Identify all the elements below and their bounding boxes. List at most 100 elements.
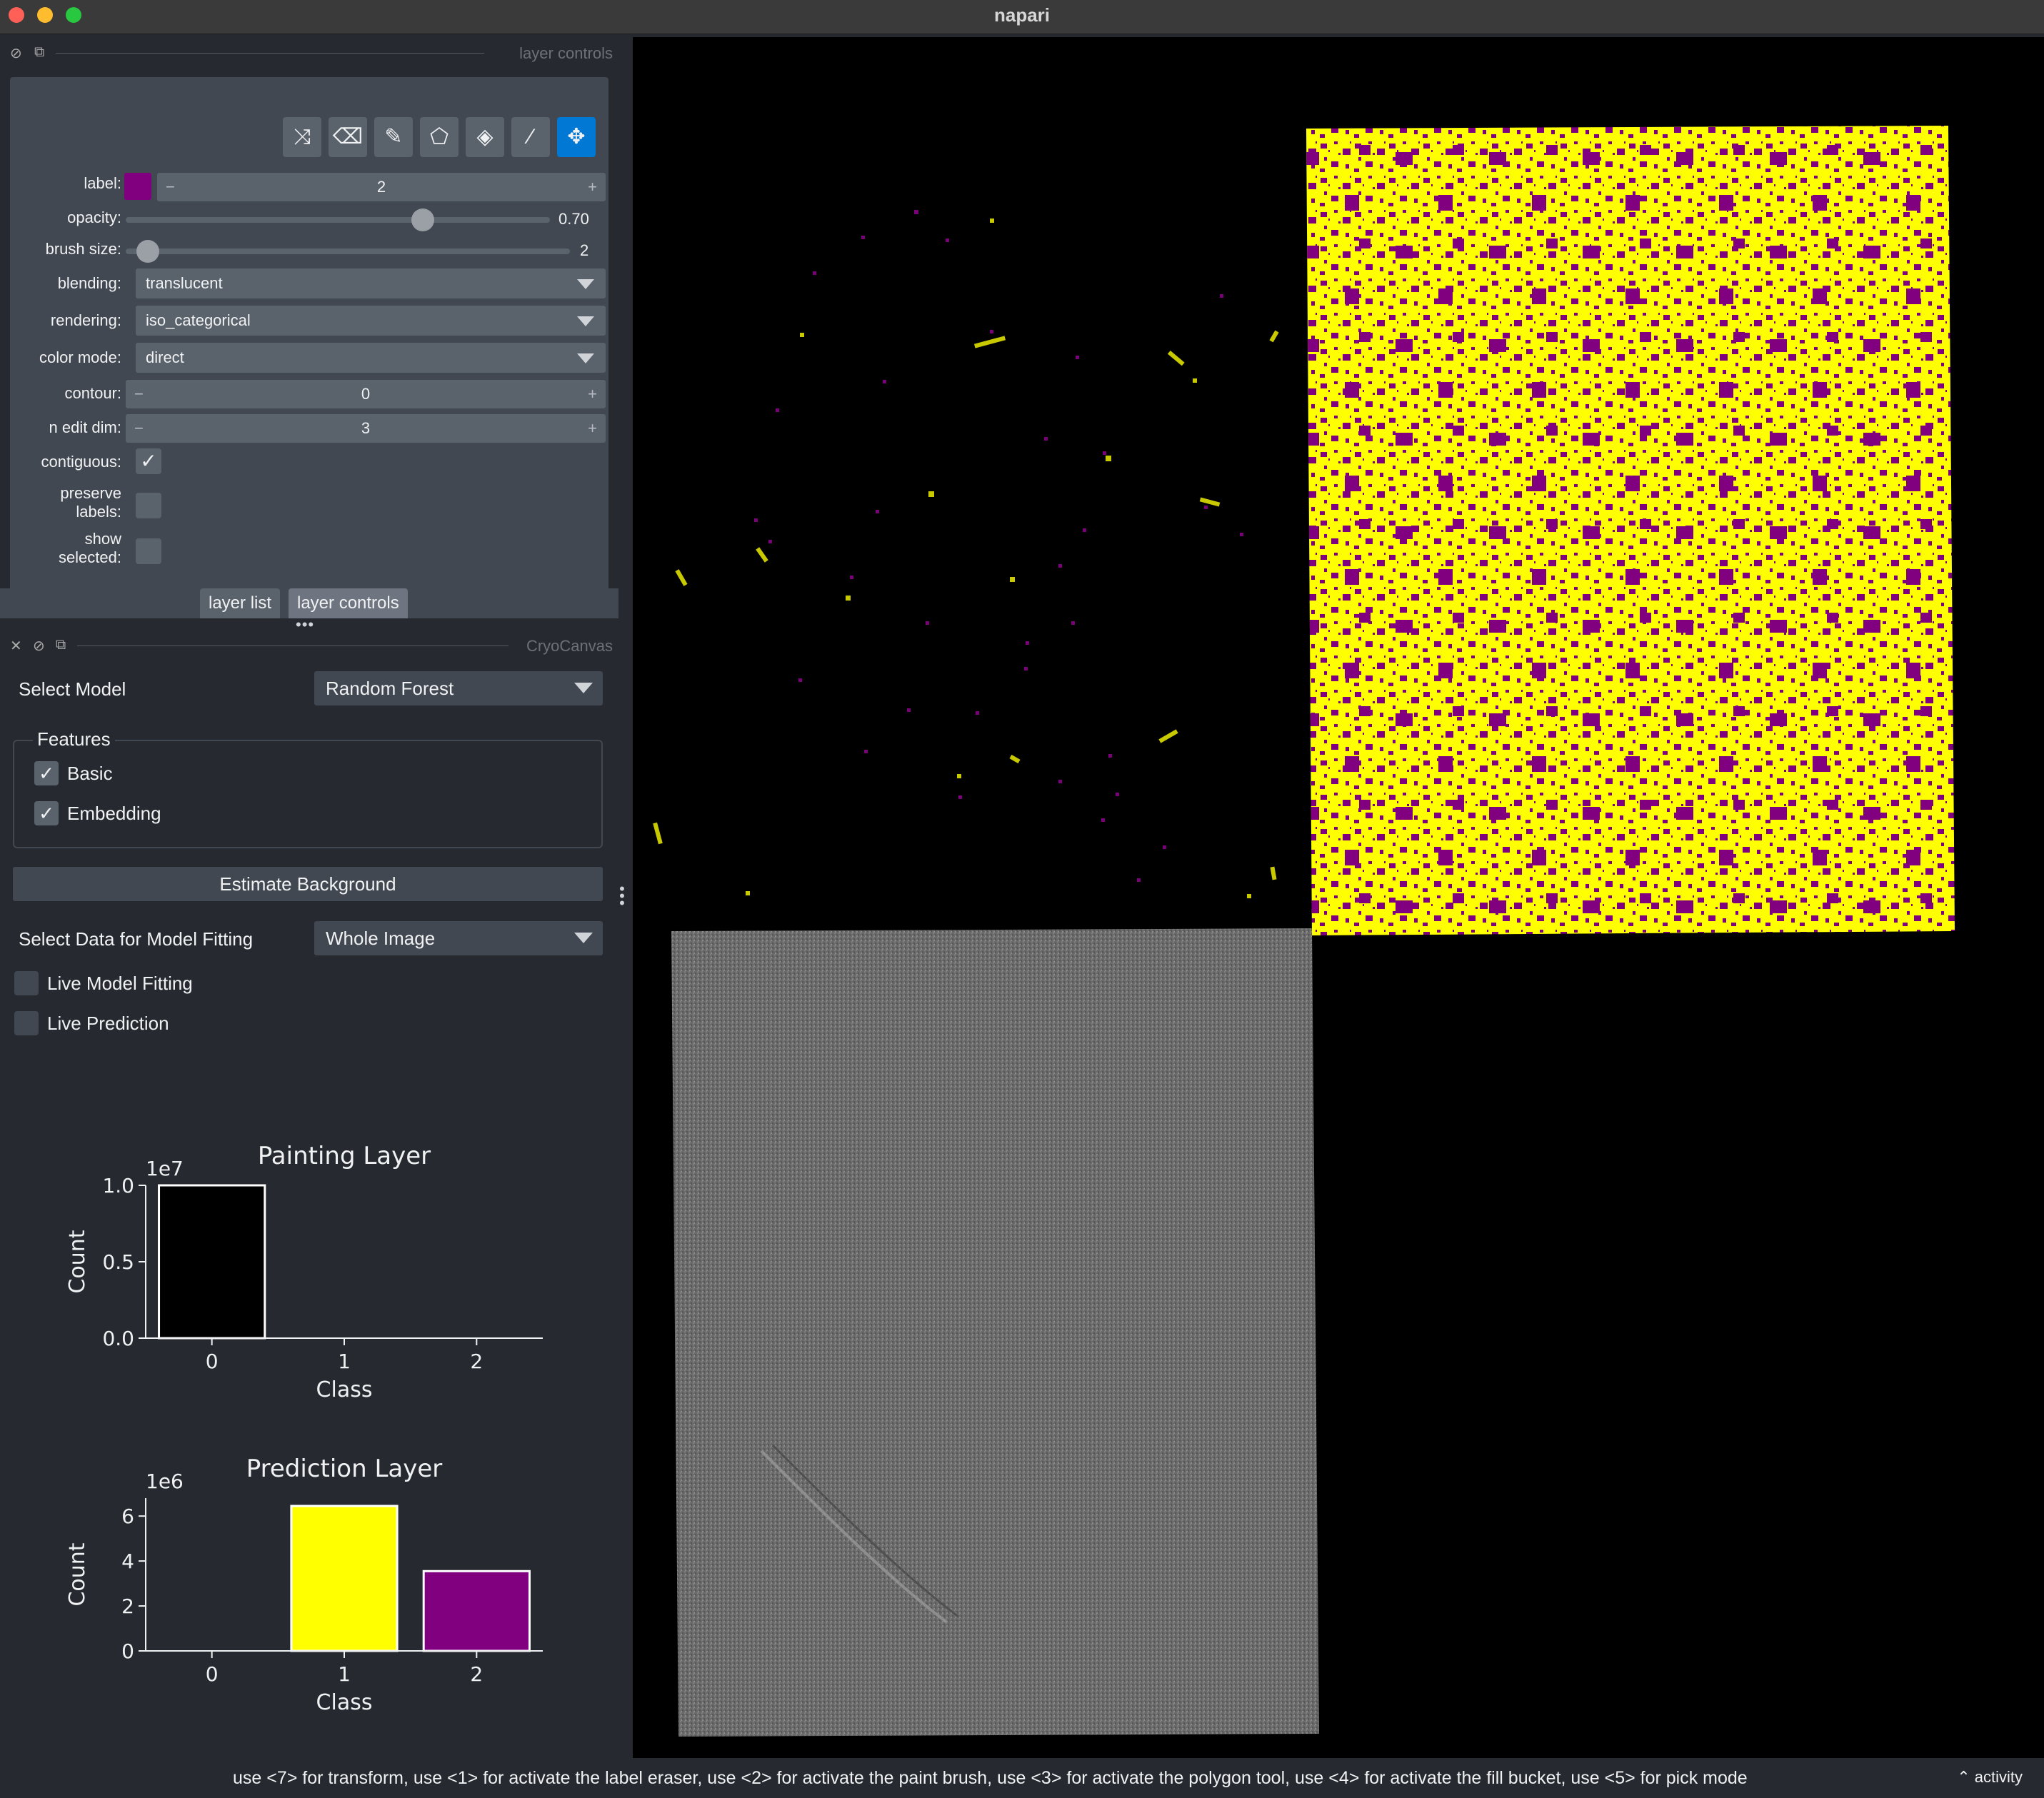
opacity-slider-handle[interactable] (411, 209, 434, 231)
fill-bucket-icon: ◈ (476, 125, 494, 149)
x-axis-label: Class (316, 1377, 373, 1402)
blending-value: translucent (146, 274, 223, 292)
close-icon[interactable]: ✕ (10, 637, 22, 655)
move-camera-button[interactable]: ✥ (557, 117, 596, 157)
increment-icon[interactable]: + (588, 173, 597, 201)
status-bar: use <7> for transform, use <1> for activ… (0, 1758, 2044, 1798)
shuffle-icon: ⤨ (294, 125, 311, 149)
dock-splitter-handle[interactable]: • • • (618, 881, 626, 911)
decrement-icon[interactable]: − (134, 414, 144, 443)
contour-label: contour: (64, 384, 122, 402)
show-selected-label: show selected: (20, 530, 121, 567)
increment-icon[interactable]: + (588, 414, 597, 443)
bar-class-0 (158, 1184, 266, 1340)
dock-title-text: CryoCanvas (526, 637, 613, 655)
chevron-up-icon: ⌃ (1957, 1768, 1970, 1786)
contour-spinbox[interactable]: − 0 + (126, 380, 606, 408)
embedding-checkbox[interactable]: ✓ (34, 801, 59, 825)
blending-dropdown[interactable]: translucent (136, 268, 606, 298)
select-model-value: Random Forest (326, 678, 454, 699)
polygon-button[interactable]: ⬠ (420, 117, 459, 157)
y-axis-label: Count (65, 1542, 90, 1606)
basic-label: Basic (67, 763, 113, 784)
show-selected-checkbox[interactable] (136, 538, 161, 564)
dock-title-divider (56, 53, 484, 54)
paintbrush-button[interactable]: ✎ (374, 117, 413, 157)
label-spinbox[interactable]: − 2 + (157, 173, 606, 201)
select-model-dropdown[interactable]: Random Forest (314, 671, 603, 705)
decrement-icon[interactable]: − (166, 173, 175, 201)
basic-checkbox[interactable]: ✓ (34, 761, 59, 785)
color-mode-dropdown[interactable]: direct (136, 343, 606, 373)
brush-size-slider[interactable] (126, 248, 570, 254)
move-icon: ✥ (567, 125, 586, 149)
label-value: 2 (376, 178, 386, 196)
preserve-labels-label: preserve labels: (20, 484, 121, 521)
float-dock-icon[interactable]: ⧉ (34, 44, 44, 61)
segmentation-overlay (1306, 126, 1955, 935)
label-color-swatch[interactable] (124, 173, 151, 200)
y-tick-label: 4 (121, 1550, 134, 1573)
y-tick-label: 2 (121, 1594, 134, 1618)
features-title: Features (33, 728, 115, 750)
eraser-icon: ⌫ (332, 125, 364, 149)
y-tick-label: 6 (121, 1505, 134, 1528)
cryocanvas-dock-title: ✕ ⊘ ⧉ CryoCanvas (9, 631, 623, 660)
chevron-down-icon (577, 279, 594, 289)
n-edit-dim-value: 3 (361, 419, 371, 437)
live-prediction-checkbox[interactable] (14, 1011, 39, 1035)
live-model-fitting-checkbox[interactable] (14, 971, 39, 995)
hide-dock-icon[interactable]: ⊘ (10, 44, 22, 62)
x-tick-label: 0 (206, 1350, 219, 1373)
chevron-down-icon (577, 353, 594, 363)
tab-layer-controls[interactable]: layer controls (289, 588, 408, 618)
estimate-background-button[interactable]: Estimate Background (13, 867, 603, 901)
fill-bucket-button[interactable]: ◈ (466, 117, 504, 157)
rendering-value: iso_categorical (146, 311, 251, 329)
color-picker-button[interactable]: ⁄ (511, 117, 550, 157)
shuffle-colors-button[interactable]: ⤨ (283, 117, 321, 157)
chevron-down-icon (577, 316, 594, 326)
x-tick-label: 0 (206, 1662, 219, 1686)
select-data-value: Whole Image (326, 928, 436, 949)
float-dock-icon[interactable]: ⧉ (56, 637, 66, 653)
opacity-slider[interactable] (126, 217, 550, 223)
chevron-down-icon (574, 683, 593, 693)
y-axis-label: Count (65, 1230, 90, 1293)
hide-dock-icon[interactable]: ⊘ (33, 637, 45, 655)
contiguous-checkbox[interactable]: ✓ (136, 448, 161, 474)
color-picker-icon: ⁄ (528, 125, 533, 149)
decrement-icon[interactable]: − (134, 380, 144, 408)
opacity-value: 0.70 (558, 210, 589, 228)
activity-button[interactable]: ⌃ activity (1957, 1768, 2023, 1787)
preserve-labels-checkbox[interactable] (136, 493, 161, 518)
embedding-label: Embedding (67, 803, 161, 824)
brush-size-slider-handle[interactable] (136, 240, 160, 263)
show-selected-line1: show (84, 530, 121, 548)
eraser-button[interactable]: ⌫ (329, 117, 367, 157)
rendering-dropdown[interactable]: iso_categorical (136, 306, 606, 336)
chart-title: Prediction Layer (246, 1455, 443, 1483)
x-tick-label: 1 (338, 1350, 351, 1373)
increment-icon[interactable]: + (588, 380, 597, 408)
paintbrush-icon: ✎ (384, 125, 403, 149)
x-tick-label: 2 (470, 1662, 483, 1686)
x-axis-label: Class (316, 1690, 373, 1715)
bar-class-2 (422, 1570, 531, 1652)
viewer-canvas[interactable] (633, 37, 2044, 1758)
polygon-icon: ⬠ (429, 125, 449, 149)
bar-class-1 (290, 1505, 399, 1652)
preserve-labels-line1: preserve (60, 484, 121, 502)
left-dock: ⊘ ⧉ layer controls ⤨ ⌫ ✎ ⬠ ◈ ⁄ ✥ label: … (0, 34, 631, 1757)
select-data-dropdown[interactable]: Whole Image (314, 921, 603, 955)
n-edit-dim-spinbox[interactable]: − 3 + (126, 414, 606, 443)
live-prediction-label: Live Prediction (47, 1013, 169, 1034)
checkmark-icon: ✓ (39, 803, 54, 824)
title-bar: napari (0, 0, 2044, 34)
label-label: label: (84, 174, 121, 192)
brush-size-label: brush size: (45, 240, 121, 258)
painting-layer-chart: Painting Layer 1e7 0.0 0.5 1.0 0 1 2 Class Count (65, 1142, 543, 1402)
contour-value: 0 (361, 385, 371, 403)
x-tick-label: 1 (338, 1662, 351, 1686)
tab-layer-list[interactable]: layer list (200, 588, 281, 618)
